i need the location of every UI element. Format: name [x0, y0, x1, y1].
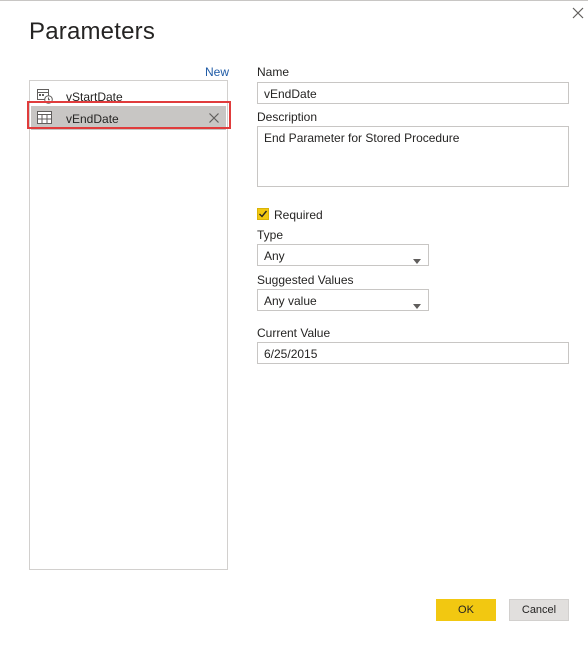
required-label: Required	[274, 208, 323, 222]
new-parameter-link[interactable]: New	[205, 65, 229, 79]
chevron-down-icon	[413, 298, 421, 309]
current-value-label: Current Value	[257, 326, 331, 340]
list-item-label: vEndDate	[66, 112, 119, 126]
required-checkbox[interactable]	[257, 208, 269, 220]
parameter-calendar-clock-icon	[37, 88, 53, 104]
parameters-list: vStartDate vEndDate	[29, 80, 228, 570]
close-icon[interactable]	[571, 6, 585, 20]
list-item-vstartdate[interactable]: vStartDate	[31, 84, 226, 108]
parameter-table-icon	[37, 110, 53, 126]
suggested-values-select-value: Any value	[264, 294, 317, 308]
chevron-down-icon	[413, 253, 421, 264]
dialog-title: Parameters	[29, 18, 156, 45]
description-label: Description	[257, 110, 318, 124]
type-select-value: Any	[264, 249, 285, 263]
suggested-values-select[interactable]: Any value	[257, 289, 429, 311]
list-item-label: vStartDate	[66, 90, 123, 104]
ok-button[interactable]: OK	[436, 599, 496, 621]
top-border	[0, 0, 588, 1]
type-label: Type	[257, 228, 284, 242]
current-value-field[interactable]: 6/25/2015	[257, 342, 569, 364]
name-label: Name	[257, 65, 290, 79]
type-select[interactable]: Any	[257, 244, 429, 266]
list-item-venddate[interactable]: vEndDate	[31, 106, 226, 130]
remove-parameter-icon[interactable]	[208, 112, 220, 124]
suggested-values-label: Suggested Values	[257, 273, 354, 287]
name-field[interactable]: vEndDate	[257, 82, 569, 104]
description-field[interactable]: End Parameter for Stored Procedure	[257, 126, 569, 187]
cancel-button[interactable]: Cancel	[509, 599, 569, 621]
